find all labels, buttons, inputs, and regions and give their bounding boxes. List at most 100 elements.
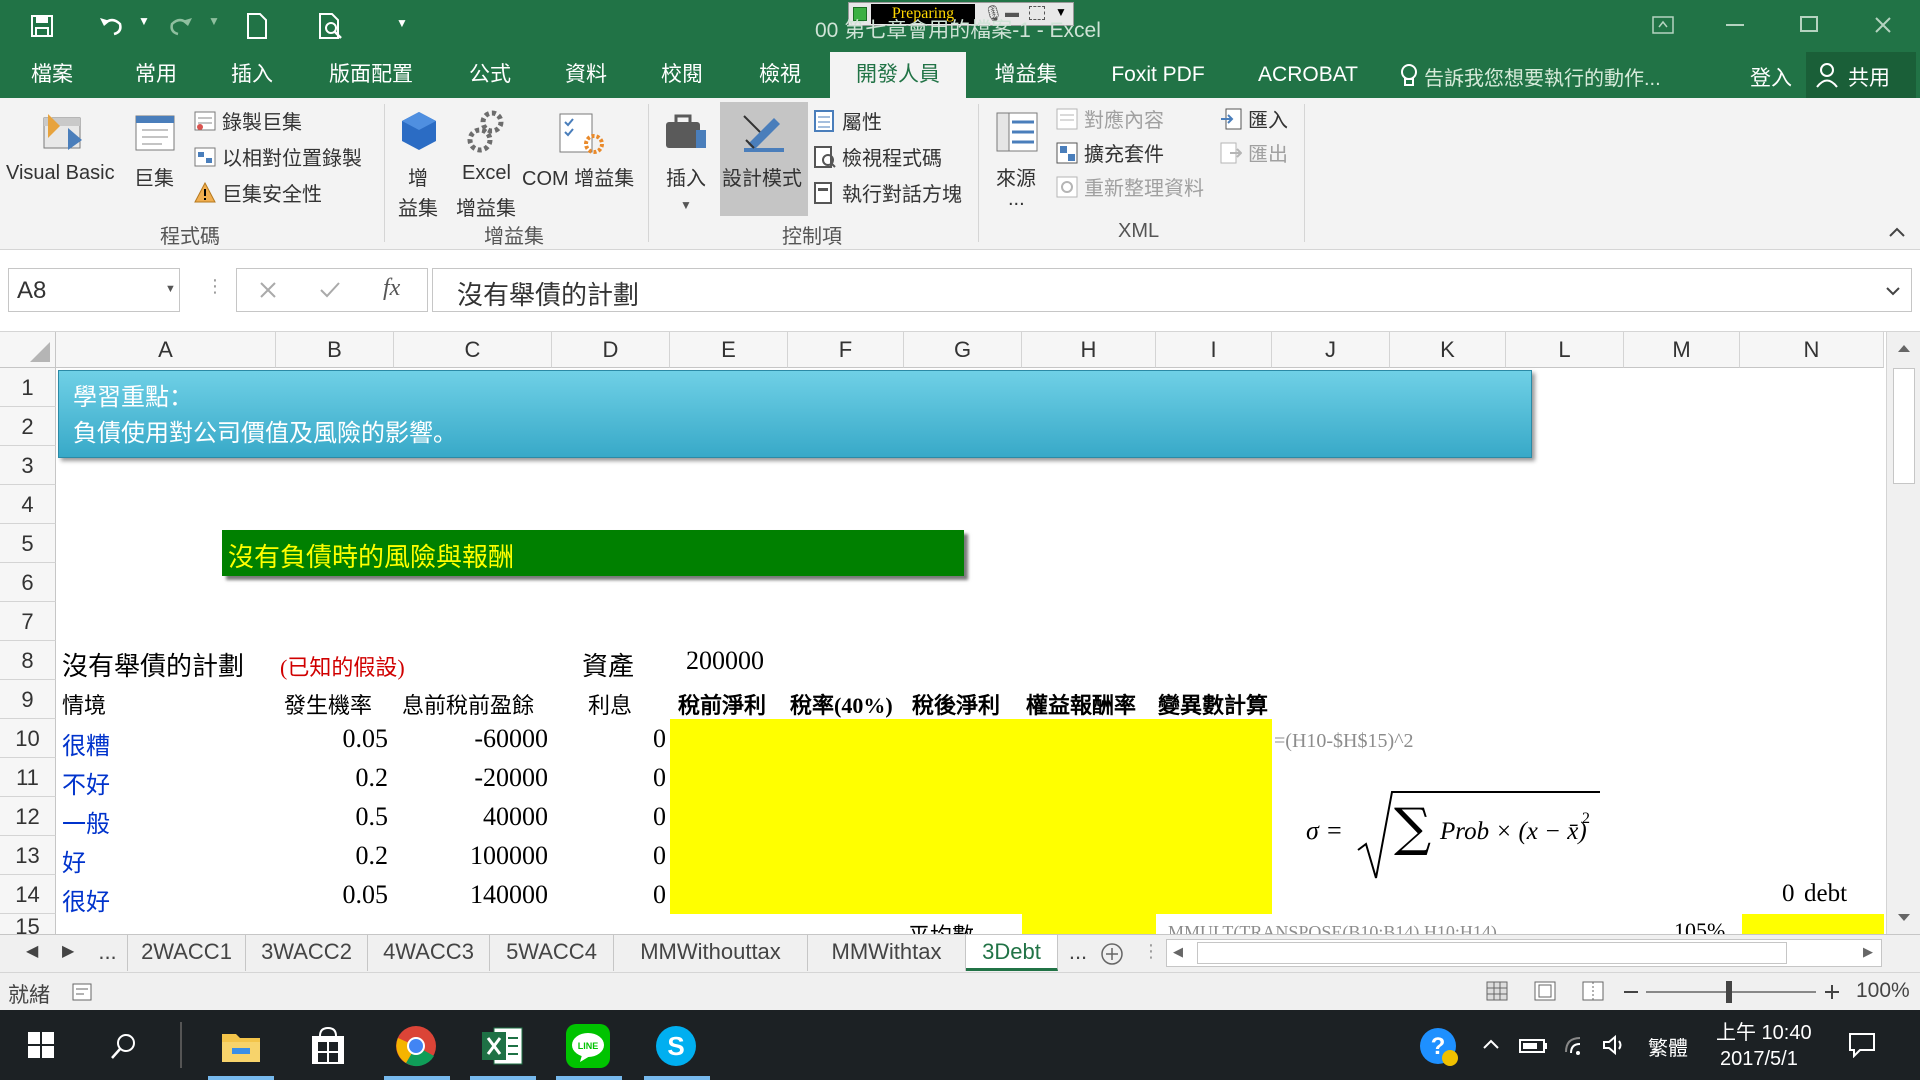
volume-icon[interactable] xyxy=(1602,1034,1628,1056)
ebit-cell[interactable]: -60000 xyxy=(394,724,548,754)
scenario-cell[interactable]: 一般 xyxy=(62,804,110,839)
scroll-up-icon[interactable] xyxy=(1896,342,1912,354)
sheet-tab-mmwithouttax[interactable]: MMWithouttax xyxy=(614,935,808,971)
collapse-ribbon-icon[interactable] xyxy=(1888,226,1906,238)
prev-sheet-icon[interactable]: ◀ xyxy=(26,941,38,961)
show-hidden-icons-icon[interactable] xyxy=(1482,1038,1500,1050)
row-header-14[interactable]: 14 xyxy=(0,875,56,914)
vertical-scrollbar[interactable] xyxy=(1886,332,1920,934)
probability-cell[interactable]: 0.2 xyxy=(276,763,389,793)
row15-label[interactable]: 平均數 xyxy=(908,918,974,934)
row-header-7[interactable]: 7 xyxy=(0,602,56,641)
relative-reference-button[interactable]: 以相對位置錄製 xyxy=(194,142,374,172)
column-header-d[interactable]: D xyxy=(552,332,670,368)
line-icon[interactable]: LINE xyxy=(566,1024,610,1068)
sheet-tab-3wacc2[interactable]: 3WACC2 xyxy=(246,935,368,971)
minimize-icon[interactable] xyxy=(1726,24,1744,26)
row-header-9[interactable]: 9 xyxy=(0,680,56,719)
variance-formula-note[interactable]: =(H10-$H$15)^2 xyxy=(1274,730,1414,753)
sign-in-link[interactable]: 登入 xyxy=(1750,62,1792,92)
scenario-cell[interactable]: 很糟 xyxy=(62,726,110,761)
view-code-button[interactable]: 檢視程式碼 xyxy=(814,142,974,172)
zoom-in-icon[interactable] xyxy=(1824,984,1840,1000)
header-pretax-income[interactable]: 稅前淨利 xyxy=(678,688,766,720)
undo-icon[interactable] xyxy=(98,14,124,38)
insert-function-icon[interactable]: fx xyxy=(383,275,400,302)
tab-home[interactable]: 常用 xyxy=(118,52,194,98)
tab-addins[interactable]: 增益集 xyxy=(986,52,1066,98)
tab-insert[interactable]: 插入 xyxy=(214,52,290,98)
column-header-h[interactable]: H xyxy=(1022,332,1156,368)
section-title-box[interactable]: 沒有負債時的風險與報酬 xyxy=(222,530,964,576)
header-tax[interactable]: 稅率(40%) xyxy=(790,688,893,720)
tab-acrobat[interactable]: ACROBAT xyxy=(1248,52,1368,98)
save-icon[interactable] xyxy=(30,14,54,38)
new-file-icon[interactable] xyxy=(246,12,268,40)
wifi-icon[interactable] xyxy=(1564,1034,1592,1056)
excel-addins-button[interactable]: Excel 增益集 xyxy=(452,102,520,220)
horizontal-scrollbar[interactable]: ◀ ▶ xyxy=(1166,939,1882,967)
probability-cell[interactable]: 0.05 xyxy=(276,880,389,910)
help-icon[interactable]: ? xyxy=(1418,1026,1460,1068)
assets-label[interactable]: 資產 xyxy=(582,646,634,683)
tab-page-layout[interactable]: 版面配置 xyxy=(318,52,424,98)
sheet-tab-more-left[interactable]: ... xyxy=(88,935,128,971)
close-icon[interactable] xyxy=(1874,16,1892,34)
scenario-cell[interactable]: 很好 xyxy=(62,882,110,917)
windows-start-icon[interactable] xyxy=(28,1032,54,1058)
formula-input[interactable]: 沒有舉債的計劃 xyxy=(432,268,1912,312)
column-header-e[interactable]: E xyxy=(670,332,788,368)
row-header-13[interactable]: 13 xyxy=(0,836,56,875)
debt-label[interactable]: debt xyxy=(1804,880,1847,908)
header-variance[interactable]: 變異數計算 xyxy=(1158,688,1268,720)
ime-indicator[interactable]: 繁體 xyxy=(1648,1032,1688,1061)
battery-icon[interactable] xyxy=(1518,1034,1548,1056)
row15-highlight-h[interactable] xyxy=(1022,914,1156,934)
column-header-g[interactable]: G xyxy=(904,332,1022,368)
tell-me-search[interactable]: 告訴我您想要執行的動作... xyxy=(1424,62,1661,91)
probability-cell[interactable]: 0.05 xyxy=(276,724,389,754)
ebit-cell[interactable]: 100000 xyxy=(394,841,548,871)
row-header-5[interactable]: 5 xyxy=(0,524,56,563)
expansion-packs-button[interactable]: 擴充套件 xyxy=(1056,138,1216,168)
result-highlight-range[interactable] xyxy=(670,719,1272,914)
probability-cell[interactable]: 0.5 xyxy=(276,802,389,832)
scenario-cell[interactable]: 不好 xyxy=(62,765,110,800)
interest-cell[interactable]: 0 xyxy=(552,841,666,871)
column-header-k[interactable]: K xyxy=(1390,332,1506,368)
properties-button[interactable]: 屬性 xyxy=(814,106,974,136)
zoom-out-icon[interactable] xyxy=(1624,991,1638,993)
ebit-cell[interactable]: 140000 xyxy=(394,880,548,910)
zoom-level[interactable]: 100% xyxy=(1856,979,1910,1003)
row-header-11[interactable]: 11 xyxy=(0,758,56,797)
column-header-n[interactable]: N xyxy=(1740,332,1884,368)
zoom-slider-thumb[interactable] xyxy=(1726,981,1732,1003)
scroll-down-icon[interactable] xyxy=(1896,912,1912,924)
sheet-tab-more-right[interactable]: ... xyxy=(1060,935,1096,971)
customize-qat-icon[interactable]: ▼ xyxy=(396,16,408,30)
share-button[interactable]: 共用 xyxy=(1806,52,1916,98)
interest-cell[interactable]: 0 xyxy=(552,880,666,910)
restore-icon[interactable] xyxy=(1800,16,1818,32)
row-header-12[interactable]: 12 xyxy=(0,797,56,836)
record-macro-button[interactable]: 錄製巨集 xyxy=(194,106,374,136)
tab-file[interactable]: 檔案 xyxy=(14,52,90,98)
column-header-l[interactable]: L xyxy=(1506,332,1624,368)
scroll-right-icon[interactable]: ▶ xyxy=(1863,944,1873,960)
row-header-10[interactable]: 10 xyxy=(0,719,56,758)
macro-security-button[interactable]: 巨集安全性 xyxy=(194,178,374,208)
cancel-icon[interactable] xyxy=(259,281,277,299)
horizontal-scroll-thumb[interactable] xyxy=(1197,942,1787,964)
row-header-4[interactable]: 4 xyxy=(0,485,56,524)
ebit-cell[interactable]: 40000 xyxy=(394,802,548,832)
header-ebit[interactable]: 息前稅前盈餘 xyxy=(402,688,534,720)
com-addins-button[interactable]: COM 增益集 xyxy=(520,102,646,198)
file-explorer-icon[interactable] xyxy=(220,1028,262,1064)
sheet-tab-3debt[interactable]: 3Debt xyxy=(966,935,1058,971)
row-header-8[interactable]: 8 xyxy=(0,641,56,680)
sheet-tab-2wacc1[interactable]: 2WACC1 xyxy=(128,935,246,971)
tab-developer[interactable]: 開發人員 xyxy=(830,52,966,98)
interest-cell[interactable]: 0 xyxy=(552,724,666,754)
tab-formulas[interactable]: 公式 xyxy=(452,52,528,98)
expand-formula-bar-icon[interactable] xyxy=(1885,285,1901,297)
